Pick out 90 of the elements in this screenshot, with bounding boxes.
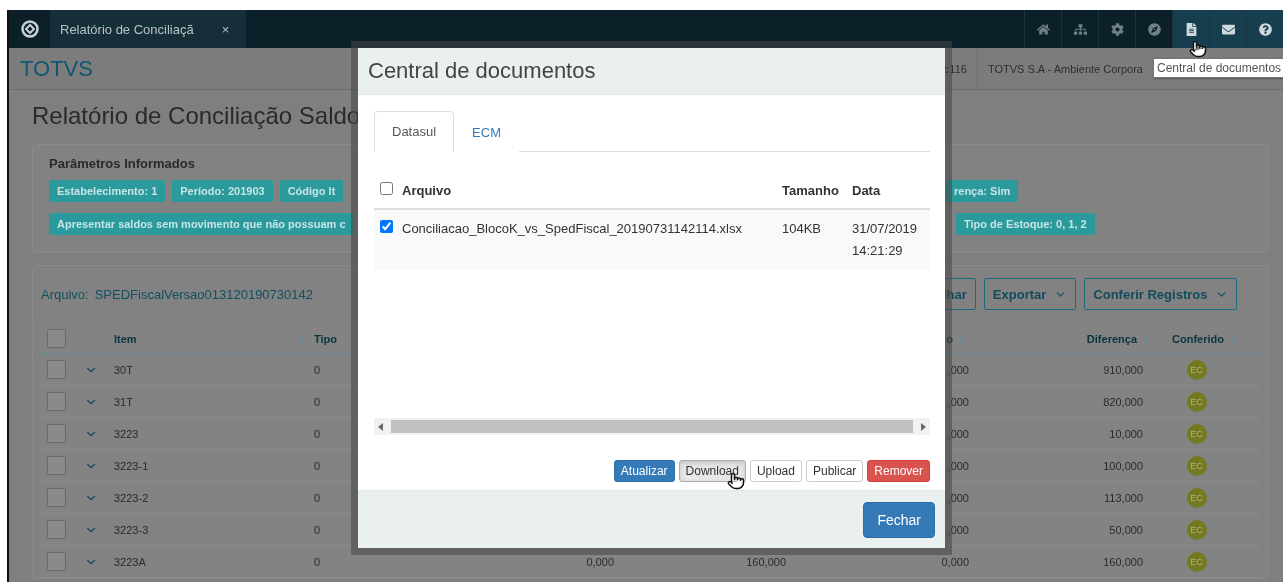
checkbox[interactable] (380, 220, 393, 233)
file-name: Conciliacao_BlocoK_vs_SpedFiscal_20190731142114.xlsx (402, 220, 743, 238)
table-cell: 0 (314, 459, 321, 472)
scroll-right-icon[interactable] (921, 422, 926, 431)
column-header: Tamanho (782, 182, 840, 200)
mail-icon[interactable] (1209, 10, 1246, 48)
column-header: Data (852, 182, 882, 200)
table-cell: 3223-1 (114, 459, 149, 472)
checkbox[interactable] (47, 424, 66, 443)
table-cell: 160,000 (1103, 555, 1143, 568)
file-date: 31/07/2019 14:21:29 (852, 220, 919, 260)
table-cell: 910,000 (1103, 363, 1143, 376)
column-header[interactable]: Diferença (1086, 332, 1137, 345)
table-cell: 30T (114, 363, 133, 376)
checkbox[interactable] (380, 182, 393, 195)
table-cell: ,000 (947, 459, 969, 472)
table-cell: 31T (114, 395, 133, 408)
column-header[interactable]: Tipo (314, 332, 337, 345)
help-icon[interactable] (1246, 10, 1283, 48)
status-badge: EC (1186, 359, 1207, 380)
hand-cursor-icon (1189, 40, 1207, 58)
file-label: Arquivo: (41, 286, 89, 302)
checkbox[interactable] (47, 552, 66, 571)
column-header: Arquivo (402, 182, 453, 200)
parameter-tag: Apresentar saldos sem movimento que não possuam c (49, 213, 354, 235)
column-header[interactable]: Item (114, 332, 137, 345)
checkbox[interactable] (47, 329, 66, 348)
horizontal-scrollbar[interactable] (374, 418, 930, 435)
table-cell: ,000 (947, 427, 969, 440)
table-cell: 0 (314, 427, 321, 440)
table-cell: 160,000 (746, 555, 786, 568)
table-cell: 3223A (114, 555, 146, 568)
table-cell: 3223 (114, 427, 139, 440)
table-cell: ,000 (947, 363, 969, 376)
table-cell: 0 (314, 395, 321, 408)
table-cell: 10,000 (1109, 427, 1143, 440)
status-badge: EC (1186, 423, 1207, 444)
toolbar-button[interactable]: Exportar (983, 278, 1077, 310)
table-cell: ,000 (947, 395, 969, 408)
action-button[interactable]: Download (678, 460, 746, 482)
parameter-tag: Tipo de Estoque: 0, 1, 2 (956, 213, 1095, 235)
table-cell: 0,000 (586, 555, 614, 568)
action-button[interactable]: Upload (749, 460, 802, 482)
parameter-tag: Estabelecimento: 1 (49, 180, 166, 202)
action-button[interactable]: Atualizar (613, 460, 675, 482)
action-button[interactable]: Remover (867, 460, 930, 482)
tooltip: Central de documentos (1153, 58, 1283, 78)
page-title: Relatório de Conciliação Saldo (32, 102, 362, 130)
file-name: SPEDFiscalVersao013120190730142 (94, 286, 313, 302)
table-cell: 0 (314, 555, 321, 568)
checkbox[interactable] (47, 392, 66, 411)
checkbox[interactable] (47, 456, 66, 475)
status-badge: EC (1186, 519, 1207, 540)
status-badge: EC (1186, 551, 1207, 572)
status-badge: EC (1186, 455, 1207, 476)
table-cell: 820,000 (1103, 395, 1143, 408)
parameter-tag: Código It (279, 180, 344, 202)
action-button[interactable]: Publicar (805, 460, 864, 482)
table-cell: 100,000 (1103, 459, 1143, 472)
table-cell: 0,000 (941, 555, 969, 568)
tab-title: Relatório de Conciliaçã (60, 21, 194, 37)
table-cell: ,000 (947, 491, 969, 504)
close-icon[interactable]: × (221, 21, 230, 37)
close-button[interactable]: Fechar (863, 501, 935, 538)
table-cell: ,000 (947, 523, 969, 536)
parameter-tag: rença: Sim (946, 180, 1019, 202)
checkbox[interactable] (47, 488, 66, 507)
dialog-title: Central de documentos (368, 58, 596, 84)
tab[interactable]: Datasul (374, 111, 455, 152)
logo-icon[interactable] (20, 20, 39, 38)
status-badge: EC (1186, 391, 1207, 412)
checkbox[interactable] (47, 520, 66, 539)
card-title: Parâmetros Informados (49, 156, 196, 171)
table-cell: 0 (314, 363, 321, 376)
status-badge: EC (1186, 487, 1207, 508)
table-cell: 3223-3 (114, 523, 149, 536)
parameter-tag: Período: 201903 (172, 180, 273, 202)
scroll-left-icon[interactable] (378, 422, 383, 431)
brand-logo: TOTVS (20, 55, 93, 82)
column-header[interactable]: Conferido (1172, 332, 1224, 345)
table-cell: 0 (314, 523, 321, 536)
app-tab[interactable]: Relatório de Conciliaçã × (50, 10, 246, 48)
checkbox[interactable] (47, 360, 66, 379)
table-cell: 0 (314, 491, 321, 504)
table-cell: 3223-2 (114, 491, 149, 504)
toolbar-button[interactable]: Conferir Registros (1084, 278, 1238, 310)
table-cell: 113,000 (1104, 491, 1143, 504)
file-size: 104KB (782, 220, 823, 238)
document-icon[interactable] (1172, 10, 1209, 48)
table-cell: 50,000 (1109, 523, 1143, 536)
